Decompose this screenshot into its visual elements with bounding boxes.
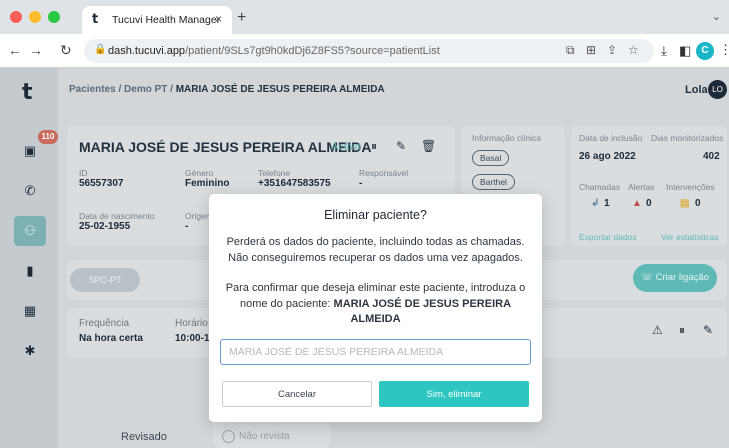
gender-label: Género (185, 168, 214, 178)
forward-arrow-icon[interactable]: → (29, 42, 43, 58)
new-tab-button[interactable]: + (237, 9, 246, 27)
tucuvi-favicon-icon: t (92, 12, 99, 27)
reload-icon[interactable]: ↻ (60, 42, 72, 59)
call-plus-icon: ☏ (641, 272, 656, 283)
translate-icon[interactable]: ⊞ (586, 43, 596, 57)
gender-value: Feminino (185, 178, 230, 189)
calls-value: 1 (604, 198, 610, 209)
sidebar: t 110 ▣ ✆ ⚇ ▮ ▦ ✱ (0, 68, 58, 448)
days-label: Dias monitorizados (651, 133, 724, 143)
days-value: 402 (703, 151, 720, 162)
breadcrumb-current: MARIA JOSÉ DE JESUS PEREIRA ALMEIDA (175, 84, 385, 95)
warning-icon[interactable]: ⚠ (652, 323, 663, 337)
responsible-value: - (359, 178, 363, 189)
phone-label: Telefone (258, 168, 291, 178)
url-text[interactable]: dash.tucuvi.app/patient/9SLs7gt9h0kdDj6Z… (108, 45, 440, 57)
window-maximize-button[interactable] (48, 11, 60, 23)
modal-confirm-text: Para confirmar que deseja eliminar este … (225, 281, 526, 328)
calls-label: Chamadas (579, 182, 621, 192)
modal-warning-text: Perderá os dados do paciente, incluindo … (226, 236, 525, 264)
dashboard-icon[interactable]: ▣ (19, 140, 41, 162)
intervention-doc-icon: ▤ (680, 198, 690, 209)
download-icon[interactable]: ⤓ (661, 43, 667, 59)
tucuvi-logo[interactable]: t (22, 80, 33, 105)
browser-tab-strip: t Tucuvi Health Manager × + ⌄ (0, 0, 729, 34)
chart-icon[interactable]: ▮ (19, 260, 41, 282)
cancel-button[interactable]: Cancelar (222, 381, 372, 407)
settings-icon[interactable]: ✱ (19, 340, 41, 362)
clinical-title: Informação clínica (472, 133, 541, 143)
breadcrumb-root[interactable]: Pacientes / Demo PT / (69, 84, 176, 95)
delete-trash-icon[interactable]: 🗑 (421, 139, 436, 153)
url-path: /patient/9SLs7gt9h0kdDj6Z8FS5?source=pat… (185, 45, 440, 57)
view-stats-link[interactable]: Ver estatísticas (661, 232, 719, 242)
phone-value: +351647583575 (258, 178, 331, 189)
confirm-delete-button[interactable]: Sim, eliminar (379, 381, 529, 407)
time-value: 10:00-1 (175, 333, 210, 344)
program-tab-spc-pt[interactable]: SPC-PT (70, 268, 140, 292)
id-value: 56557307 (79, 178, 124, 189)
interventions-label: Intervenções (666, 182, 715, 192)
calls-phone-icon: ↲ (591, 198, 600, 209)
modal-title: Eliminar paciente? (324, 208, 427, 222)
notification-badge: 110 (38, 130, 58, 144)
patient-name: MARIA JOSÉ DE JESUS PEREIRA ALMEIDA (79, 139, 372, 155)
modal-patient-name: MARIA JOSÉ DE JESUS PEREIRA ALMEIDA (333, 297, 512, 326)
breadcrumb: Pacientes / Demo PT / MARIA JOSÉ DE JESU… (69, 84, 385, 95)
browser-tab[interactable]: t Tucuvi Health Manager × (82, 6, 232, 34)
edit-pencil-icon[interactable]: ✎ (396, 139, 406, 153)
browser-menu-icon[interactable]: ⋮ (719, 42, 729, 58)
address-bar[interactable]: 🔒 dash.tucuvi.app/patient/9SLs7gt9h0kdDj… (84, 39, 654, 63)
patient-name-confirm-input[interactable] (220, 339, 531, 365)
pause-icon[interactable]: ⏸ (371, 139, 377, 154)
window-minimize-button[interactable] (29, 11, 41, 23)
user-name: Lola (685, 84, 708, 96)
birth-label: Data de nascimento (79, 211, 155, 221)
frequency-value: Na hora certa (79, 333, 143, 344)
patients-icon[interactable]: ⚇ (19, 220, 41, 242)
review-radio[interactable] (222, 430, 235, 443)
id-label: ID (79, 168, 88, 178)
clinical-pill-basal[interactable]: Basal (472, 150, 510, 166)
share-icon[interactable]: ⇪ (607, 43, 617, 57)
url-host: dash.tucuvi.app (108, 45, 186, 57)
calendar-icon[interactable]: ▦ (19, 300, 41, 322)
install-app-icon[interactable]: ⧉ (566, 43, 575, 58)
alerts-label: Alertas (628, 182, 655, 192)
side-panel-icon[interactable]: ◧ (679, 43, 691, 59)
lock-icon: 🔒 (94, 44, 107, 55)
phone-icon[interactable]: ✆ (19, 180, 41, 202)
tab-title: Tucuvi Health Manager (112, 14, 221, 26)
tab-list-chevron-icon[interactable]: ⌄ (712, 10, 721, 23)
window-close-button[interactable] (10, 11, 22, 23)
profile-avatar[interactable]: C (696, 42, 714, 60)
inclusion-value: 26 ago 2022 (579, 151, 636, 162)
schedule-pause-icon[interactable]: ⏸ (679, 323, 685, 338)
time-label: Horário (175, 318, 208, 329)
birth-value: 25-02-1955 (79, 221, 131, 232)
patient-status: Activo (331, 141, 361, 153)
delete-patient-modal: Eliminar paciente? Perderá os dados do p… (209, 194, 542, 422)
create-call-label: Criar ligação (655, 272, 709, 283)
back-arrow-icon[interactable]: ← (8, 42, 22, 58)
clinical-pill-barthel[interactable]: Barthel (472, 174, 515, 190)
inclusion-label: Data de inclusão (579, 133, 643, 143)
alert-triangle-icon: ▲ (632, 198, 642, 209)
bookmark-star-icon[interactable]: ☆ (628, 43, 639, 57)
tab-close-icon[interactable]: × (215, 12, 222, 26)
interventions-value: 0 (695, 198, 701, 209)
export-data-link[interactable]: Exportar dados (579, 232, 637, 242)
create-call-button[interactable]: ☏ Criar ligação (633, 264, 717, 292)
origin-value: - (185, 221, 189, 232)
alerts-value: 0 (646, 198, 652, 209)
schedule-edit-icon[interactable]: ✎ (703, 323, 713, 337)
review-option[interactable]: Não revista (239, 431, 290, 442)
browser-toolbar: ← → ↻ 🔒 dash.tucuvi.app/patient/9SLs7gt9… (0, 34, 729, 68)
review-label: Revisado (121, 431, 167, 443)
frequency-label: Frequência (79, 318, 130, 329)
user-avatar[interactable]: LO (708, 80, 727, 99)
responsible-label: Responsável (359, 168, 409, 178)
